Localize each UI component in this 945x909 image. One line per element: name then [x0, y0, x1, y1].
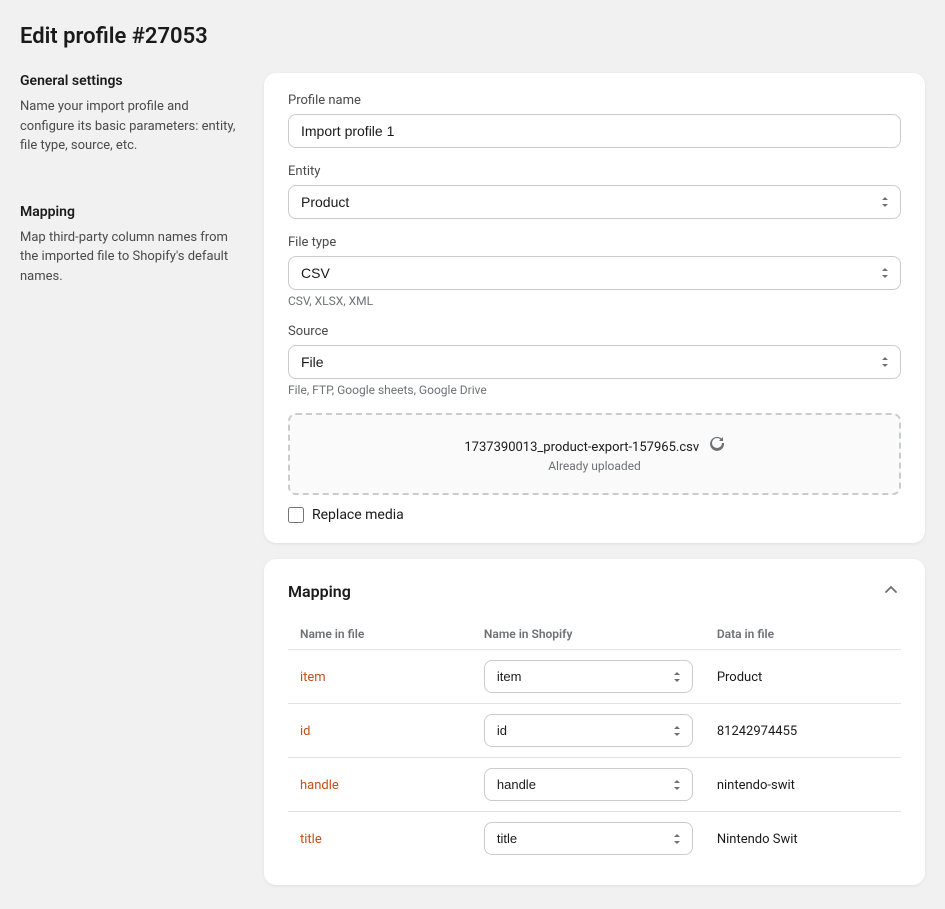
collapse-icon[interactable]: [881, 579, 901, 603]
entity-label: Entity: [288, 164, 901, 179]
page-title: Edit profile #27053: [20, 24, 925, 49]
general-settings-card: Profile name Entity Product Order Custom…: [264, 73, 925, 543]
name-in-file-cell: id: [288, 704, 472, 758]
source-hint: File, FTP, Google sheets, Google Drive: [288, 383, 901, 397]
table-row: item item Product: [288, 650, 901, 704]
mapping-row-select[interactable]: item: [484, 660, 693, 693]
entity-select-wrapper: Product Order Customer: [288, 185, 901, 219]
data-in-file-cell: nintendo-swit: [705, 758, 901, 812]
mapping-card: Mapping Name in file Name in Shopify Dat…: [264, 559, 925, 885]
replace-media-row: Replace media: [288, 507, 901, 523]
file-type-select[interactable]: CSV XLSX XML: [288, 256, 901, 290]
source-label: Source: [288, 324, 901, 339]
name-in-shopify-cell: item: [472, 650, 705, 704]
source-field: Source File FTP Google sheets Google Dri…: [288, 324, 901, 397]
replace-media-checkbox[interactable]: [288, 507, 304, 523]
name-in-file-cell: item: [288, 650, 472, 704]
data-in-file-cell: Product: [705, 650, 901, 704]
name-in-file-cell: title: [288, 812, 472, 866]
profile-name-field: Profile name: [288, 93, 901, 148]
refresh-icon: [709, 435, 725, 455]
data-in-file-cell: 81242974455: [705, 704, 901, 758]
general-settings-sidebar-desc: Name your import profile and configure i…: [20, 97, 240, 156]
name-in-shopify-cell: title: [472, 812, 705, 866]
upload-zone[interactable]: 1737390013_product-export-157965.csv Alr…: [288, 413, 901, 495]
mapping-sidebar: Mapping Map third-party column names fro…: [20, 204, 240, 287]
table-row: handle handle nintendo-swit: [288, 758, 901, 812]
name-in-file-cell: handle: [288, 758, 472, 812]
profile-name-label: Profile name: [288, 93, 901, 108]
profile-name-input[interactable]: [288, 114, 901, 148]
file-type-select-wrapper: CSV XLSX XML: [288, 256, 901, 290]
mapping-header: Mapping: [288, 579, 901, 603]
source-select[interactable]: File FTP Google sheets Google Drive: [288, 345, 901, 379]
mapping-sidebar-desc: Map third-party column names from the im…: [20, 228, 240, 287]
name-in-shopify-cell: handle: [472, 758, 705, 812]
mapping-row-select[interactable]: handle: [484, 768, 693, 801]
col-header-name-in-file: Name in file: [288, 619, 472, 650]
entity-field: Entity Product Order Customer: [288, 164, 901, 219]
general-settings-sidebar: General settings Name your import profil…: [20, 73, 240, 156]
entity-select[interactable]: Product Order Customer: [288, 185, 901, 219]
col-header-name-in-shopify: Name in Shopify: [472, 619, 705, 650]
upload-filename: 1737390013_product-export-157965.csv: [464, 440, 699, 455]
file-type-label: File type: [288, 235, 901, 250]
table-row: idid 81242974455: [288, 704, 901, 758]
mapping-sidebar-title: Mapping: [20, 204, 240, 220]
upload-filename-row: 1737390013_product-export-157965.csv: [310, 435, 879, 455]
name-in-shopify-cell: id: [472, 704, 705, 758]
mapping-table: Name in file Name in Shopify Data in fil…: [288, 619, 901, 865]
data-in-file-cell: Nintendo Swit: [705, 812, 901, 866]
mapping-card-title: Mapping: [288, 582, 351, 601]
file-type-hint: CSV, XLSX, XML: [288, 294, 901, 308]
table-row: title title Nintendo Swit: [288, 812, 901, 866]
source-select-wrapper: File FTP Google sheets Google Drive: [288, 345, 901, 379]
replace-media-label[interactable]: Replace media: [312, 507, 404, 523]
mapping-row-select[interactable]: id: [484, 714, 693, 747]
mapping-row-select[interactable]: title: [484, 822, 693, 855]
col-header-data-in-file: Data in file: [705, 619, 901, 650]
general-settings-sidebar-title: General settings: [20, 73, 240, 89]
upload-status: Already uploaded: [310, 459, 879, 473]
file-type-field: File type CSV XLSX XML: [288, 235, 901, 308]
